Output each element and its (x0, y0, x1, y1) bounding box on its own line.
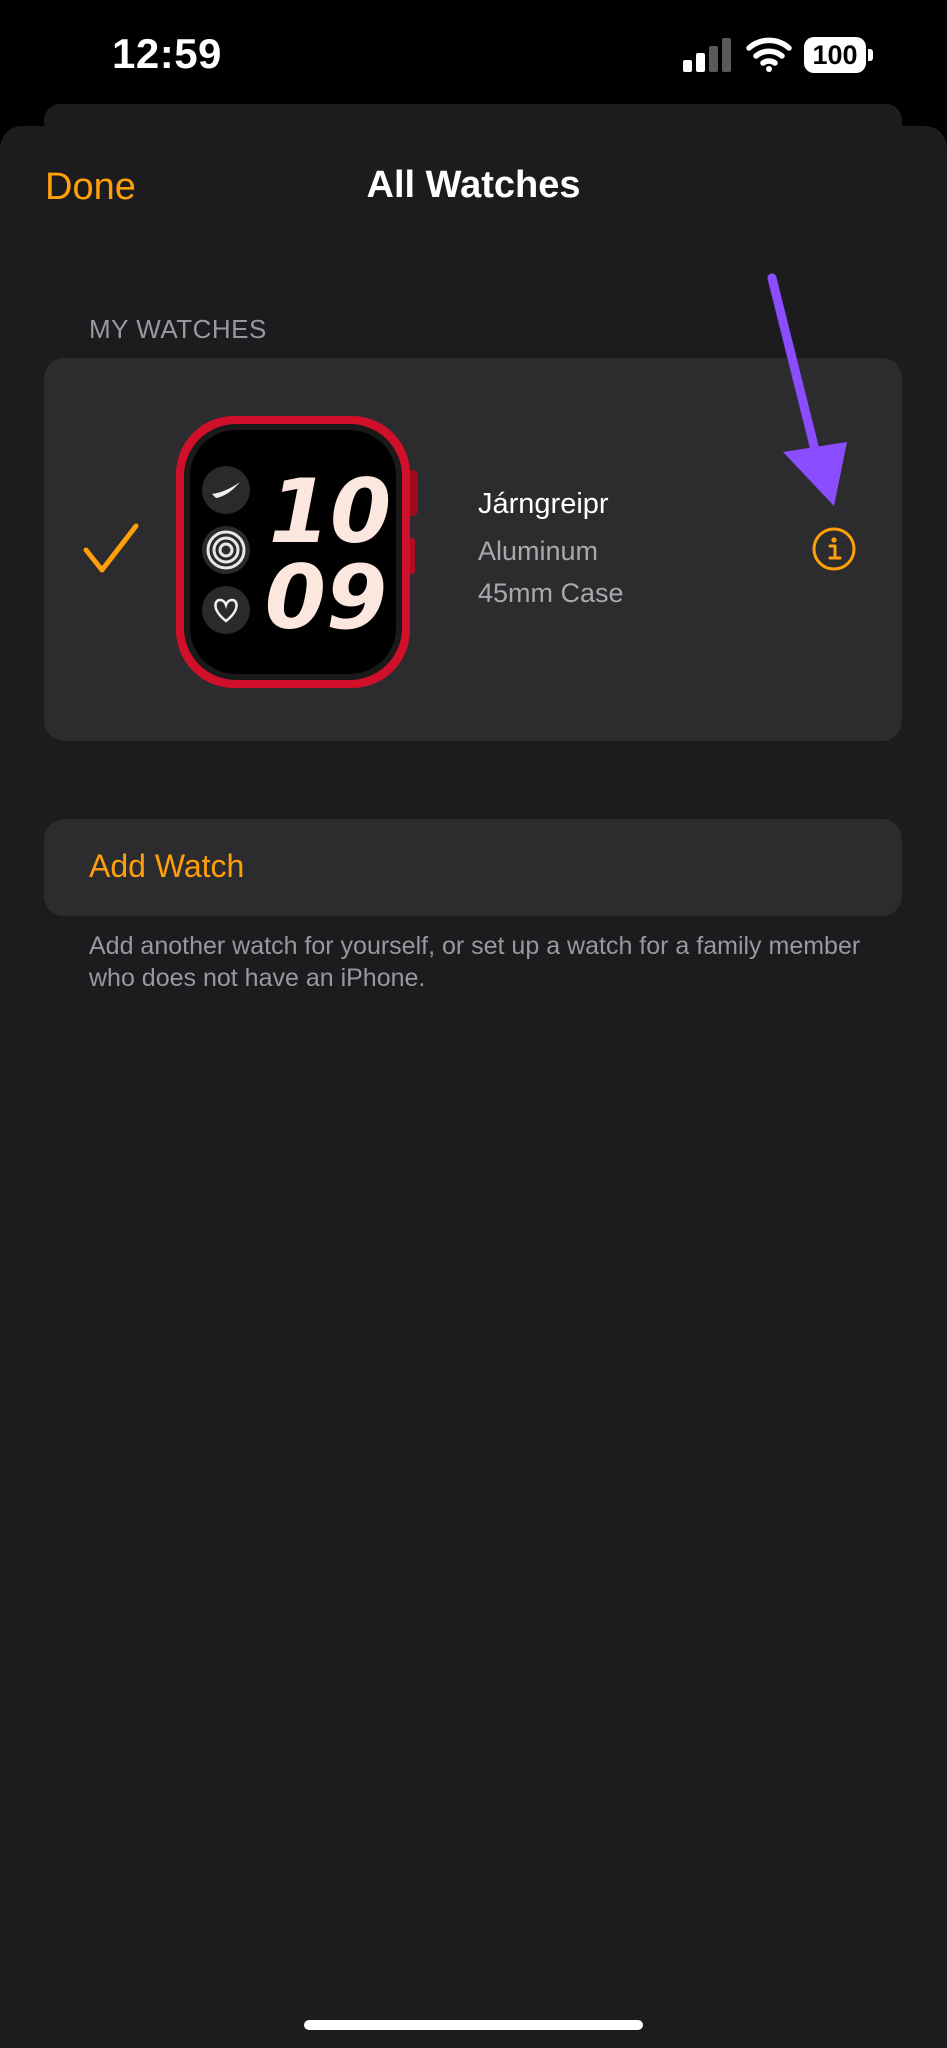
battery-level: 100 (804, 37, 866, 73)
section-header-my-watches: MY WATCHES (89, 314, 267, 344)
wifi-icon (746, 37, 792, 72)
checkmark-icon (83, 523, 139, 573)
home-indicator[interactable] (304, 2020, 643, 2030)
cellular-signal-icon (683, 38, 731, 72)
watch-name: Járngreipr (478, 488, 609, 520)
page-title: All Watches (366, 164, 581, 206)
status-time: 12:59 (112, 30, 222, 77)
watch-face-minute: 09 (265, 546, 387, 649)
status-bar: 12:59 100 (0, 0, 947, 110)
watch-image: 10 09 (176, 416, 418, 688)
info-icon[interactable] (811, 526, 857, 572)
battery-icon: 100 (804, 37, 876, 73)
add-watch-button[interactable]: Add Watch (44, 819, 902, 916)
add-watch-label: Add Watch (89, 848, 245, 884)
watch-case-size: 45mm Case (478, 578, 624, 608)
watch-material: Aluminum (478, 536, 599, 566)
battery-cap (868, 49, 873, 61)
annotation-arrow-icon (767, 273, 847, 506)
add-watch-footer-note: Add another watch for yourself, or set u… (89, 932, 861, 992)
